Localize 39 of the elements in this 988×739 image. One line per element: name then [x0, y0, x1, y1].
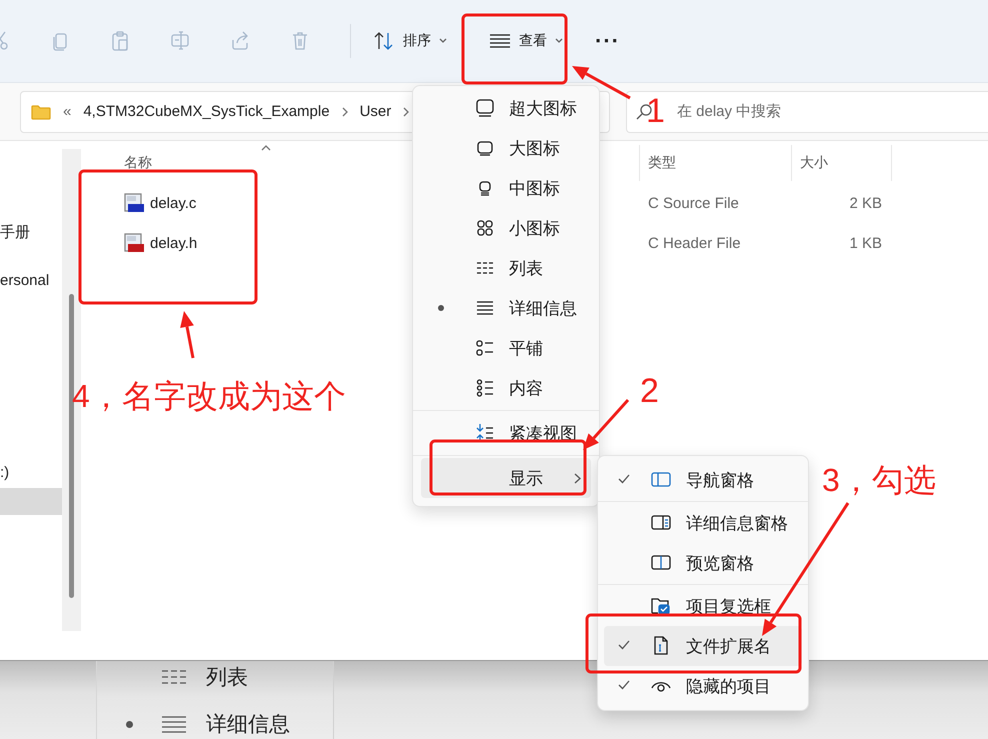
search-input[interactable]: 在 delay 中搜索 — [675, 102, 988, 121]
view-button[interactable]: 查看 — [479, 21, 573, 61]
menu-item[interactable]: 详细信息 — [421, 288, 591, 328]
overflow-chevron[interactable]: « — [63, 103, 72, 120]
breadcrumb[interactable]: 4,STM32CubeMX_SysTick_Example — [83, 103, 330, 120]
menu-item[interactable]: 导航窗格 — [604, 460, 802, 500]
menu-item[interactable]: 预览窗格 — [604, 543, 802, 583]
column-header[interactable]: 类型 — [648, 154, 676, 172]
breadcrumb[interactable]: User — [360, 103, 392, 120]
sidebar-item[interactable]: :) — [0, 464, 10, 480]
menu-item[interactable]: 列表 — [160, 663, 248, 691]
sidebar-item[interactable]: ersonal — [0, 272, 50, 288]
menu-item[interactable]: 详细信息 — [160, 710, 290, 738]
menu-item[interactable]: 超大图标 — [421, 88, 591, 128]
file-name: delay.c — [150, 194, 196, 212]
menu-item[interactable]: 平铺 — [421, 328, 591, 368]
column-header[interactable]: 大小 — [800, 154, 828, 172]
table-cell: C Source File — [648, 194, 739, 212]
more-button[interactable]: ··· — [585, 21, 630, 61]
menu-item[interactable]: 内容 — [421, 368, 591, 408]
sort-button[interactable]: 排序 — [363, 21, 457, 61]
column-header[interactable]: 名称 — [124, 154, 152, 172]
annotation-label: 1 — [646, 94, 665, 128]
menu-item[interactable]: 中图标 — [421, 168, 591, 208]
menu-item[interactable]: 项目复选框 — [604, 586, 802, 626]
table-cell: 1 KB — [849, 234, 882, 252]
annotation-label: 2 — [640, 374, 659, 408]
table-cell: 2 KB — [849, 194, 882, 212]
menu-item[interactable]: 详细信息窗格 — [604, 503, 802, 543]
file-name: delay.h — [150, 234, 198, 252]
menu-item[interactable]: 文件扩展名 — [604, 626, 802, 666]
menu-item[interactable]: 小图标 — [421, 208, 591, 248]
menu-item[interactable]: 列表 — [421, 248, 591, 288]
table-cell: C Header File — [648, 234, 741, 252]
annotation-label: 4，名字改成为这个 — [72, 380, 346, 412]
sidebar-item[interactable]: 手册 — [0, 222, 30, 242]
menu-item[interactable]: 显示 — [421, 458, 591, 498]
annotation-label: 3，勾选 — [822, 464, 936, 496]
menu-item[interactable]: 隐藏的项目 — [604, 666, 802, 706]
